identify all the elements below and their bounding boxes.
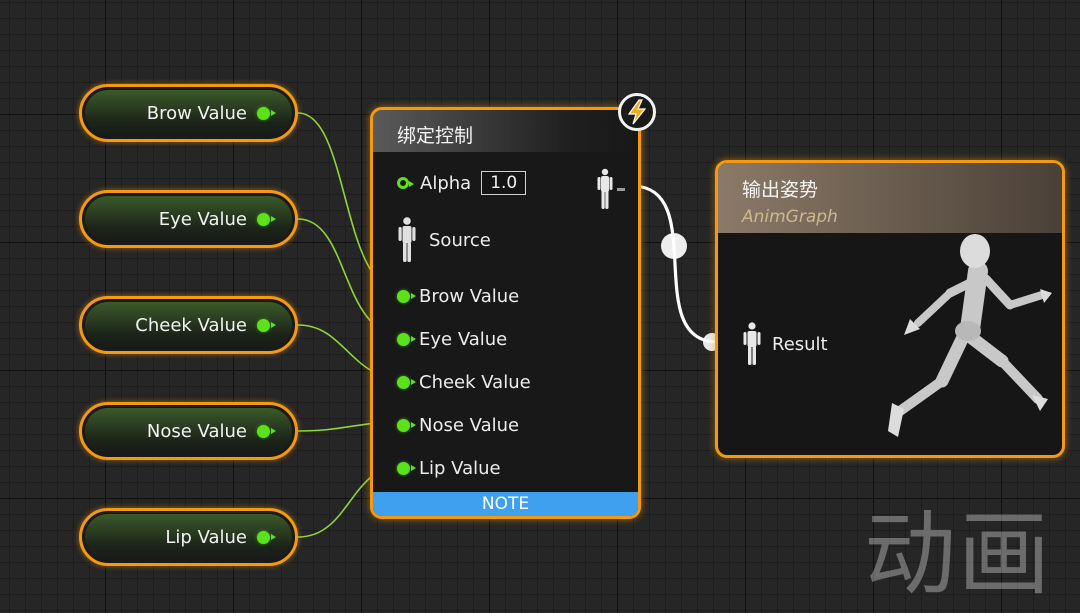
result-label: Result (772, 334, 828, 355)
lightning-bolt-glyph (627, 99, 647, 125)
nose-value-label: Nose Value (146, 420, 247, 442)
wire-pose-knot (661, 233, 687, 259)
running-mannequin-icon (888, 234, 1052, 437)
cheek-value-input-pin[interactable] (397, 376, 416, 389)
eye-value-input-label: Eye Value (419, 329, 508, 350)
cheek-value-input-label: Cheek Value (419, 372, 531, 393)
source-label: Source (429, 229, 491, 251)
eye-value-input-row: Eye Value (397, 329, 507, 350)
lightning-bolt-icon (618, 93, 656, 131)
cheek-value-input-row: Cheek Value (397, 372, 531, 393)
brow-value-output-pin[interactable] (257, 106, 276, 120)
eye-value-output-pin[interactable] (257, 212, 276, 226)
nose-value-output-pin[interactable] (257, 424, 276, 438)
eye-value-node[interactable]: Eye Value (79, 190, 298, 248)
brow-value-input-row: Brow Value (397, 286, 519, 307)
cheek-value-output-pin[interactable] (257, 318, 276, 332)
result-pin-icon[interactable] (742, 321, 762, 367)
source-row: Source (397, 216, 491, 264)
lip-value-input-label: Lip Value (419, 458, 501, 479)
brow-value-input-pin[interactable] (397, 290, 416, 303)
eye-value-input-pin[interactable] (397, 333, 416, 346)
output-node-header[interactable]: 输出姿势 AnimGraph (718, 163, 1062, 233)
alpha-label: Alpha (420, 172, 472, 194)
alpha-pin[interactable] (397, 177, 414, 189)
lip-value-output-pin[interactable] (257, 530, 276, 544)
brow-value-label: Brow Value (146, 102, 247, 124)
lip-value-label: Lip Value (165, 526, 247, 548)
cheek-value-node[interactable]: Cheek Value (79, 296, 298, 354)
nose-value-input-pin[interactable] (397, 419, 416, 432)
note-bar[interactable]: NOTE (373, 492, 638, 516)
nose-value-input-label: Nose Value (419, 415, 520, 436)
lip-value-input-pin[interactable] (397, 462, 416, 475)
bind-node-title: 绑定控制 (397, 125, 474, 147)
alpha-input[interactable]: 1.0 (481, 171, 527, 195)
wire-pose (631, 184, 719, 344)
cheek-value-label: Cheek Value (135, 314, 247, 336)
nose-value-node[interactable]: Nose Value (79, 402, 298, 460)
eye-value-label: Eye Value (158, 208, 247, 230)
nose-value-input-row: Nose Value (397, 415, 519, 436)
lip-value-input-row: Lip Value (397, 458, 501, 479)
brow-value-node[interactable]: Brow Value (79, 84, 298, 142)
brow-value-input-label: Brow Value (419, 286, 520, 307)
output-node-title: 输出姿势 (742, 179, 819, 201)
pose-input-pin-icon[interactable] (397, 216, 417, 264)
bind-node-header[interactable]: 绑定控制 (373, 110, 638, 152)
watermark-text: 动画 (864, 501, 1053, 608)
alpha-row: Alpha 1.0 (397, 171, 527, 195)
output-node-subtitle: AnimGraph (742, 207, 838, 227)
pose-output-pin-icon[interactable] (595, 168, 625, 214)
output-pose-node[interactable]: 输出姿势 AnimGraph Result (715, 160, 1065, 458)
bind-control-node[interactable]: 绑定控制 Alpha 1.0 Source Brow Value Eye Val… (370, 107, 641, 519)
lip-value-node[interactable]: Lip Value (79, 508, 298, 566)
